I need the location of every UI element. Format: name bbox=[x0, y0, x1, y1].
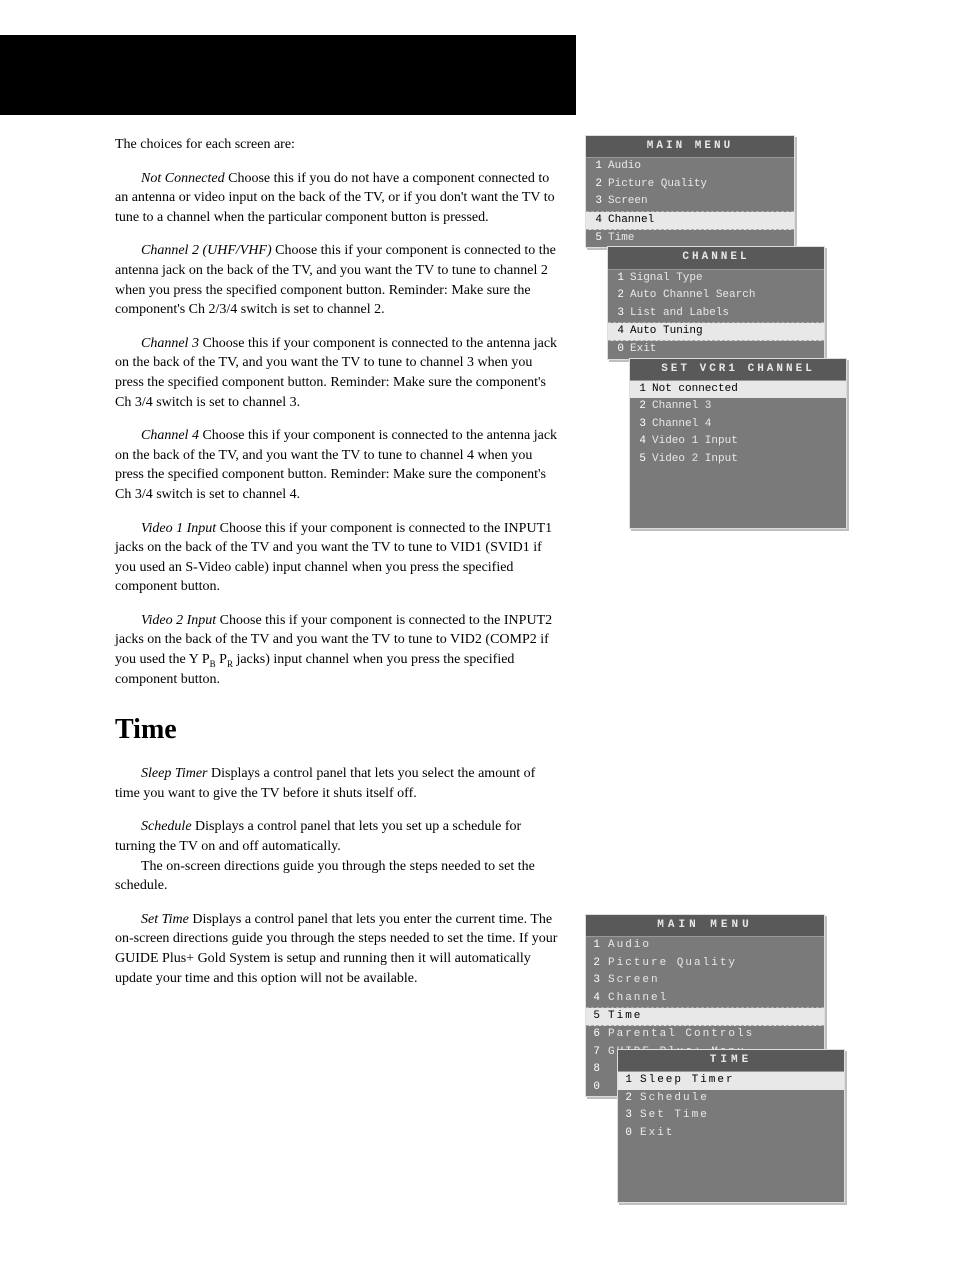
osd-channel-wrap: CHANNEL 1Signal Type 2Auto Channel Searc… bbox=[607, 246, 863, 529]
osd-ch-list[interactable]: 3List and Labels bbox=[608, 305, 824, 323]
body-text-column: The choices for each screen are: Not Con… bbox=[115, 135, 560, 1243]
osd-channel-panel: CHANNEL 1Signal Type 2Auto Channel Searc… bbox=[607, 246, 825, 359]
osd-main-item-time[interactable]: 5Time bbox=[586, 230, 794, 247]
osd-vcr-not-connected[interactable]: 1Not connected bbox=[630, 381, 846, 398]
osd-main-item-channel[interactable]: 4Channel bbox=[586, 212, 794, 230]
term-channel-3: Channel 3 bbox=[141, 336, 199, 351]
osd-main-item-picture[interactable]: 2Picture Quality bbox=[586, 176, 794, 193]
osd2-time-schedule[interactable]: 2Schedule bbox=[618, 1090, 844, 1107]
option-sleep-timer: Sleep Timer Displays a control panel tha… bbox=[115, 764, 560, 803]
osd-vcr-vid1[interactable]: 4Video 1 Input bbox=[630, 433, 846, 450]
option-schedule: Schedule Displays a control panel that l… bbox=[115, 817, 560, 856]
schedule-text-2: The on-screen directions guide you throu… bbox=[115, 857, 560, 896]
osd-ch-exit[interactable]: 0Exit bbox=[608, 341, 824, 358]
term-set-time: Set Time bbox=[141, 912, 189, 927]
intro-text: The choices for each screen are: bbox=[115, 135, 560, 155]
osd2-time-title: TIME bbox=[618, 1050, 844, 1072]
osd-vcr-ch3[interactable]: 2Channel 3 bbox=[630, 398, 846, 415]
option-channel-4: Channel 4 Choose this if your component … bbox=[115, 426, 560, 504]
term-video-1: Video 1 Input bbox=[141, 521, 216, 536]
osd-ch-auto-tuning[interactable]: 4Auto Tuning bbox=[608, 323, 824, 341]
osd2-time-wrap: TIME 1Sleep Timer 2Schedule 3Set Time 0E… bbox=[617, 1049, 863, 1203]
term-sleep-timer: Sleep Timer bbox=[141, 766, 208, 781]
osd-vcr-ch4[interactable]: 3Channel 4 bbox=[630, 416, 846, 433]
osd-ch-signal[interactable]: 1Signal Type bbox=[608, 270, 824, 287]
option-channel-2: Channel 2 (UHF/VHF) Choose this if your … bbox=[115, 241, 560, 319]
term-schedule: Schedule bbox=[141, 819, 192, 834]
osd2-main-picture[interactable]: 2Picture Quality bbox=[586, 955, 824, 972]
osd-main-channel-vcr: MAIN MENU 1Audio 2Picture Quality 3Scree… bbox=[585, 135, 863, 529]
term-channel-4: Channel 4 bbox=[141, 428, 199, 443]
option-video-1: Video 1 Input Choose this if your compon… bbox=[115, 519, 560, 597]
osd-vcr-wrap: SET VCR1 CHANNEL 1Not connected 2Channel… bbox=[629, 358, 863, 529]
osd-main-time: MAIN MENU 1Audio 2Picture Quality 3Scree… bbox=[585, 914, 863, 1203]
option-not-connected: Not Connected Choose this if you do not … bbox=[115, 169, 560, 228]
term-video-2: Video 2 Input bbox=[141, 613, 216, 628]
osd-main-item-screen[interactable]: 3Screen bbox=[586, 193, 794, 211]
term-channel-2: Channel 2 (UHF/VHF) bbox=[141, 243, 272, 258]
osd2-time-sleep[interactable]: 1Sleep Timer bbox=[618, 1072, 844, 1089]
osd-main-menu-title: MAIN MENU bbox=[586, 136, 794, 158]
osd2-main-parental[interactable]: 6Parental Controls bbox=[586, 1026, 824, 1043]
osd-main-menu-panel: MAIN MENU 1Audio 2Picture Quality 3Scree… bbox=[585, 135, 795, 248]
osd-vcr-vid2[interactable]: 5Video 2 Input bbox=[630, 451, 846, 468]
option-video-2: Video 2 Input Choose this if your compon… bbox=[115, 611, 560, 690]
osd-vcr-panel: SET VCR1 CHANNEL 1Not connected 2Channel… bbox=[629, 358, 847, 529]
osd-channel-title: CHANNEL bbox=[608, 247, 824, 269]
osd2-main-time[interactable]: 5Time bbox=[586, 1008, 824, 1026]
osd-column: MAIN MENU 1Audio 2Picture Quality 3Scree… bbox=[585, 135, 863, 1243]
page-header-bar bbox=[0, 35, 576, 115]
osd2-main-channel[interactable]: 4Channel bbox=[586, 990, 824, 1008]
osd2-main-screen[interactable]: 3Screen bbox=[586, 972, 824, 989]
osd2-time-settime[interactable]: 3Set Time bbox=[618, 1107, 844, 1124]
osd-ch-auto-search[interactable]: 2Auto Channel Search bbox=[608, 287, 824, 304]
osd-vcr-title: SET VCR1 CHANNEL bbox=[630, 359, 846, 381]
osd2-time-exit[interactable]: 0Exit bbox=[618, 1125, 844, 1142]
osd2-main-menu-title: MAIN MENU bbox=[586, 915, 824, 937]
osd-main-item-audio[interactable]: 1Audio bbox=[586, 158, 794, 175]
option-set-time: Set Time Displays a control panel that l… bbox=[115, 910, 560, 988]
time-heading: Time bbox=[115, 710, 560, 749]
term-not-connected: Not Connected bbox=[141, 171, 225, 186]
option-channel-3: Channel 3 Choose this if your component … bbox=[115, 334, 560, 412]
osd2-time-panel: TIME 1Sleep Timer 2Schedule 3Set Time 0E… bbox=[617, 1049, 845, 1203]
osd2-main-audio[interactable]: 1Audio bbox=[586, 937, 824, 954]
